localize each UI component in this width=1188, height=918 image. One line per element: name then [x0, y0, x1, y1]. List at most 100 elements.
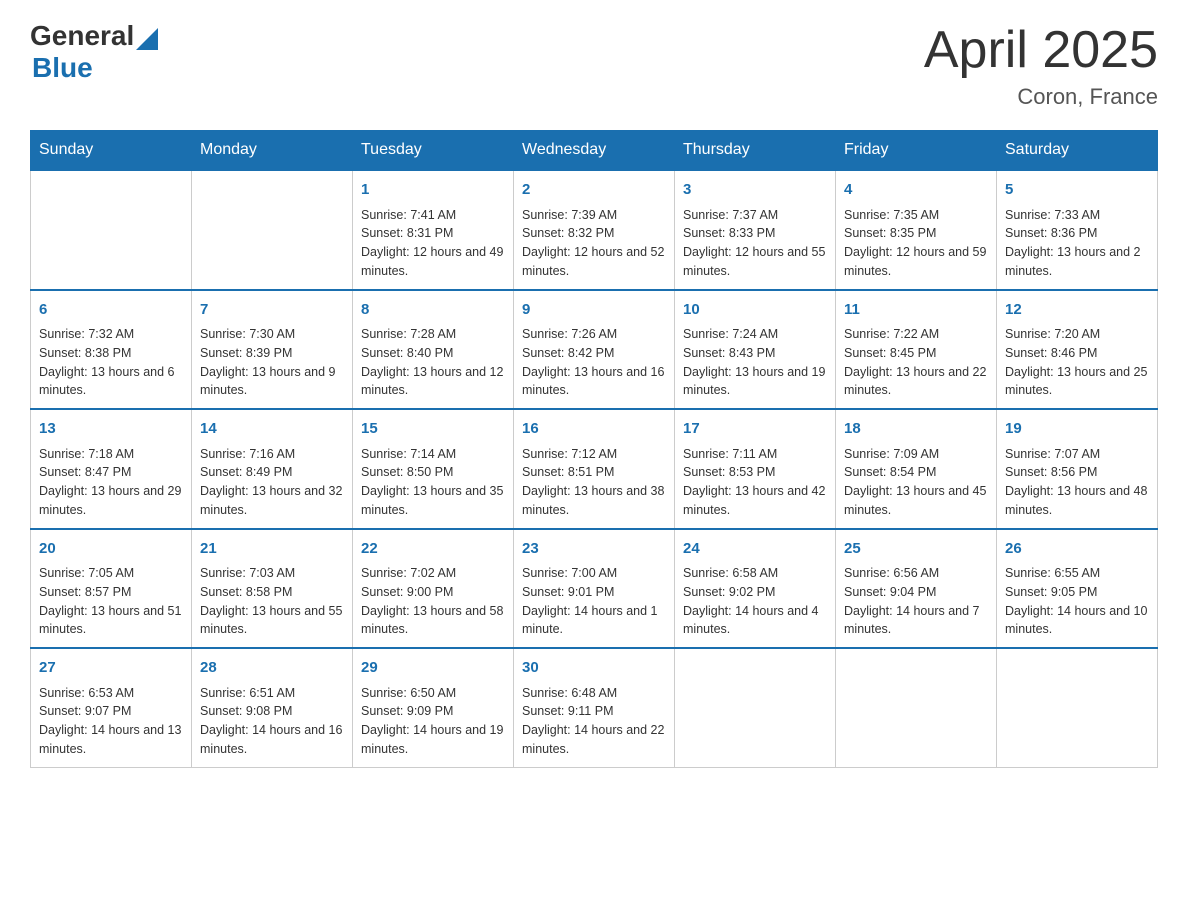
daylight-info: Daylight: 13 hours and 48 minutes. [1005, 482, 1149, 520]
day-cell: 8Sunrise: 7:28 AMSunset: 8:40 PMDaylight… [353, 290, 514, 410]
sun-info: Sunrise: 6:58 AM [683, 564, 827, 583]
day-number: 6 [39, 299, 183, 322]
daylight-info: Daylight: 13 hours and 12 minutes. [361, 363, 505, 401]
day-number: 8 [361, 299, 505, 322]
day-cell: 3Sunrise: 7:37 AMSunset: 8:33 PMDaylight… [675, 170, 836, 290]
day-cell: 17Sunrise: 7:11 AMSunset: 8:53 PMDayligh… [675, 409, 836, 529]
sun-info: Sunset: 8:42 PM [522, 344, 666, 363]
sun-info: Sunrise: 7:22 AM [844, 325, 988, 344]
sun-info: Sunset: 9:04 PM [844, 583, 988, 602]
sun-info: Sunset: 9:11 PM [522, 702, 666, 721]
sun-info: Sunset: 9:02 PM [683, 583, 827, 602]
sun-info: Sunset: 8:51 PM [522, 463, 666, 482]
calendar-table: SundayMondayTuesdayWednesdayThursdayFrid… [30, 130, 1158, 768]
sun-info: Sunrise: 7:02 AM [361, 564, 505, 583]
sun-info: Sunrise: 6:55 AM [1005, 564, 1149, 583]
day-header-saturday: Saturday [997, 131, 1158, 171]
day-cell: 13Sunrise: 7:18 AMSunset: 8:47 PMDayligh… [31, 409, 192, 529]
sun-info: Sunrise: 7:16 AM [200, 445, 344, 464]
daylight-info: Daylight: 13 hours and 51 minutes. [39, 602, 183, 640]
daylight-info: Daylight: 12 hours and 59 minutes. [844, 243, 988, 281]
logo-triangle-icon [136, 28, 158, 50]
sun-info: Sunset: 9:01 PM [522, 583, 666, 602]
day-cell: 14Sunrise: 7:16 AMSunset: 8:49 PMDayligh… [192, 409, 353, 529]
day-cell: 19Sunrise: 7:07 AMSunset: 8:56 PMDayligh… [997, 409, 1158, 529]
sun-info: Sunrise: 7:24 AM [683, 325, 827, 344]
sun-info: Sunrise: 7:14 AM [361, 445, 505, 464]
sun-info: Sunrise: 7:09 AM [844, 445, 988, 464]
daylight-info: Daylight: 13 hours and 25 minutes. [1005, 363, 1149, 401]
daylight-info: Daylight: 13 hours and 16 minutes. [522, 363, 666, 401]
day-number: 26 [1005, 538, 1149, 561]
day-number: 16 [522, 418, 666, 441]
daylight-info: Daylight: 13 hours and 58 minutes. [361, 602, 505, 640]
day-number: 18 [844, 418, 988, 441]
sun-info: Sunrise: 6:51 AM [200, 684, 344, 703]
day-cell: 25Sunrise: 6:56 AMSunset: 9:04 PMDayligh… [836, 529, 997, 649]
sun-info: Sunrise: 7:18 AM [39, 445, 183, 464]
day-cell: 7 Sunrise: 7:30 AMSunset: 8:39 PMDaylight… [192, 290, 353, 410]
logo: General Blue [30, 20, 158, 84]
sun-info: Sunrise: 7:00 AM [522, 564, 666, 583]
daylight-info: Daylight: 13 hours and 38 minutes. [522, 482, 666, 520]
sun-info: Sunset: 8:43 PM [683, 344, 827, 363]
sun-info: Sunrise: 7:26 AM [522, 325, 666, 344]
sun-info: Sunrise: 7:37 AM [683, 206, 827, 225]
daylight-info: Daylight: 13 hours and 42 minutes. [683, 482, 827, 520]
daylight-info: Daylight: 13 hours and 2 minutes. [1005, 243, 1149, 281]
day-cell [997, 648, 1158, 767]
day-number: 23 [522, 538, 666, 561]
day-number: 20 [39, 538, 183, 561]
sun-info: Sunset: 8:57 PM [39, 583, 183, 602]
sun-info: Sunset: 9:08 PM [200, 702, 344, 721]
sun-info: Sunset: 8:47 PM [39, 463, 183, 482]
sun-info: Sunrise: 7:11 AM [683, 445, 827, 464]
day-number: 11 [844, 299, 988, 322]
day-header-tuesday: Tuesday [353, 131, 514, 171]
day-cell: 29Sunrise: 6:50 AMSunset: 9:09 PMDayligh… [353, 648, 514, 767]
sun-info: Sunset: 8:33 PM [683, 224, 827, 243]
day-cell: 28 Sunrise: 6:51 AMSunset: 9:08 PMDayligh… [192, 648, 353, 767]
daylight-info: Daylight: 14 hours and 1 minute. [522, 602, 666, 640]
daylight-info: Daylight: 14 hours and 13 minutes. [39, 721, 183, 759]
day-number: 7 [200, 299, 344, 322]
daylight-info: Daylight: 13 hours and 32 minutes. [200, 482, 344, 520]
sun-info: Sunrise: 7:32 AM [39, 325, 183, 344]
day-number: 12 [1005, 299, 1149, 322]
day-number: 4 [844, 179, 988, 202]
sun-info: Sunset: 8:45 PM [844, 344, 988, 363]
sun-info: Sunset: 8:35 PM [844, 224, 988, 243]
sun-info: Sunset: 8:36 PM [1005, 224, 1149, 243]
daylight-info: Daylight: 13 hours and 9 minutes. [200, 363, 344, 401]
sun-info: Sunrise: 7:30 AM [200, 325, 344, 344]
sun-info: Sunrise: 7:33 AM [1005, 206, 1149, 225]
sun-info: Sunrise: 7:35 AM [844, 206, 988, 225]
logo-general: General [30, 20, 134, 52]
sun-info: Sunset: 8:54 PM [844, 463, 988, 482]
sun-info: Sunrise: 6:50 AM [361, 684, 505, 703]
day-number: 28 [200, 657, 344, 680]
daylight-info: Daylight: 13 hours and 22 minutes. [844, 363, 988, 401]
day-number: 21 [200, 538, 344, 561]
week-row-5: 27Sunrise: 6:53 AMSunset: 9:07 PMDayligh… [31, 648, 1158, 767]
daylight-info: Daylight: 13 hours and 55 minutes. [200, 602, 344, 640]
daylight-info: Daylight: 14 hours and 16 minutes. [200, 721, 344, 759]
day-cell: 4 Sunrise: 7:35 AMSunset: 8:35 PMDaylight… [836, 170, 997, 290]
daylight-info: Daylight: 14 hours and 22 minutes. [522, 721, 666, 759]
sun-info: Sunset: 8:39 PM [200, 344, 344, 363]
sun-info: Sunset: 9:09 PM [361, 702, 505, 721]
day-cell [31, 170, 192, 290]
day-cell [192, 170, 353, 290]
logo-blue: Blue [32, 52, 93, 84]
day-number: 10 [683, 299, 827, 322]
day-cell: 11 Sunrise: 7:22 AMSunset: 8:45 PMDayligh… [836, 290, 997, 410]
sun-info: Sunrise: 7:39 AM [522, 206, 666, 225]
day-number: 9 [522, 299, 666, 322]
day-number: 17 [683, 418, 827, 441]
day-header-thursday: Thursday [675, 131, 836, 171]
day-cell: 20Sunrise: 7:05 AMSunset: 8:57 PMDayligh… [31, 529, 192, 649]
daylight-info: Daylight: 12 hours and 55 minutes. [683, 243, 827, 281]
day-cell: 9 Sunrise: 7:26 AMSunset: 8:42 PMDaylight… [514, 290, 675, 410]
day-cell: 12Sunrise: 7:20 AMSunset: 8:46 PMDayligh… [997, 290, 1158, 410]
day-header-wednesday: Wednesday [514, 131, 675, 171]
